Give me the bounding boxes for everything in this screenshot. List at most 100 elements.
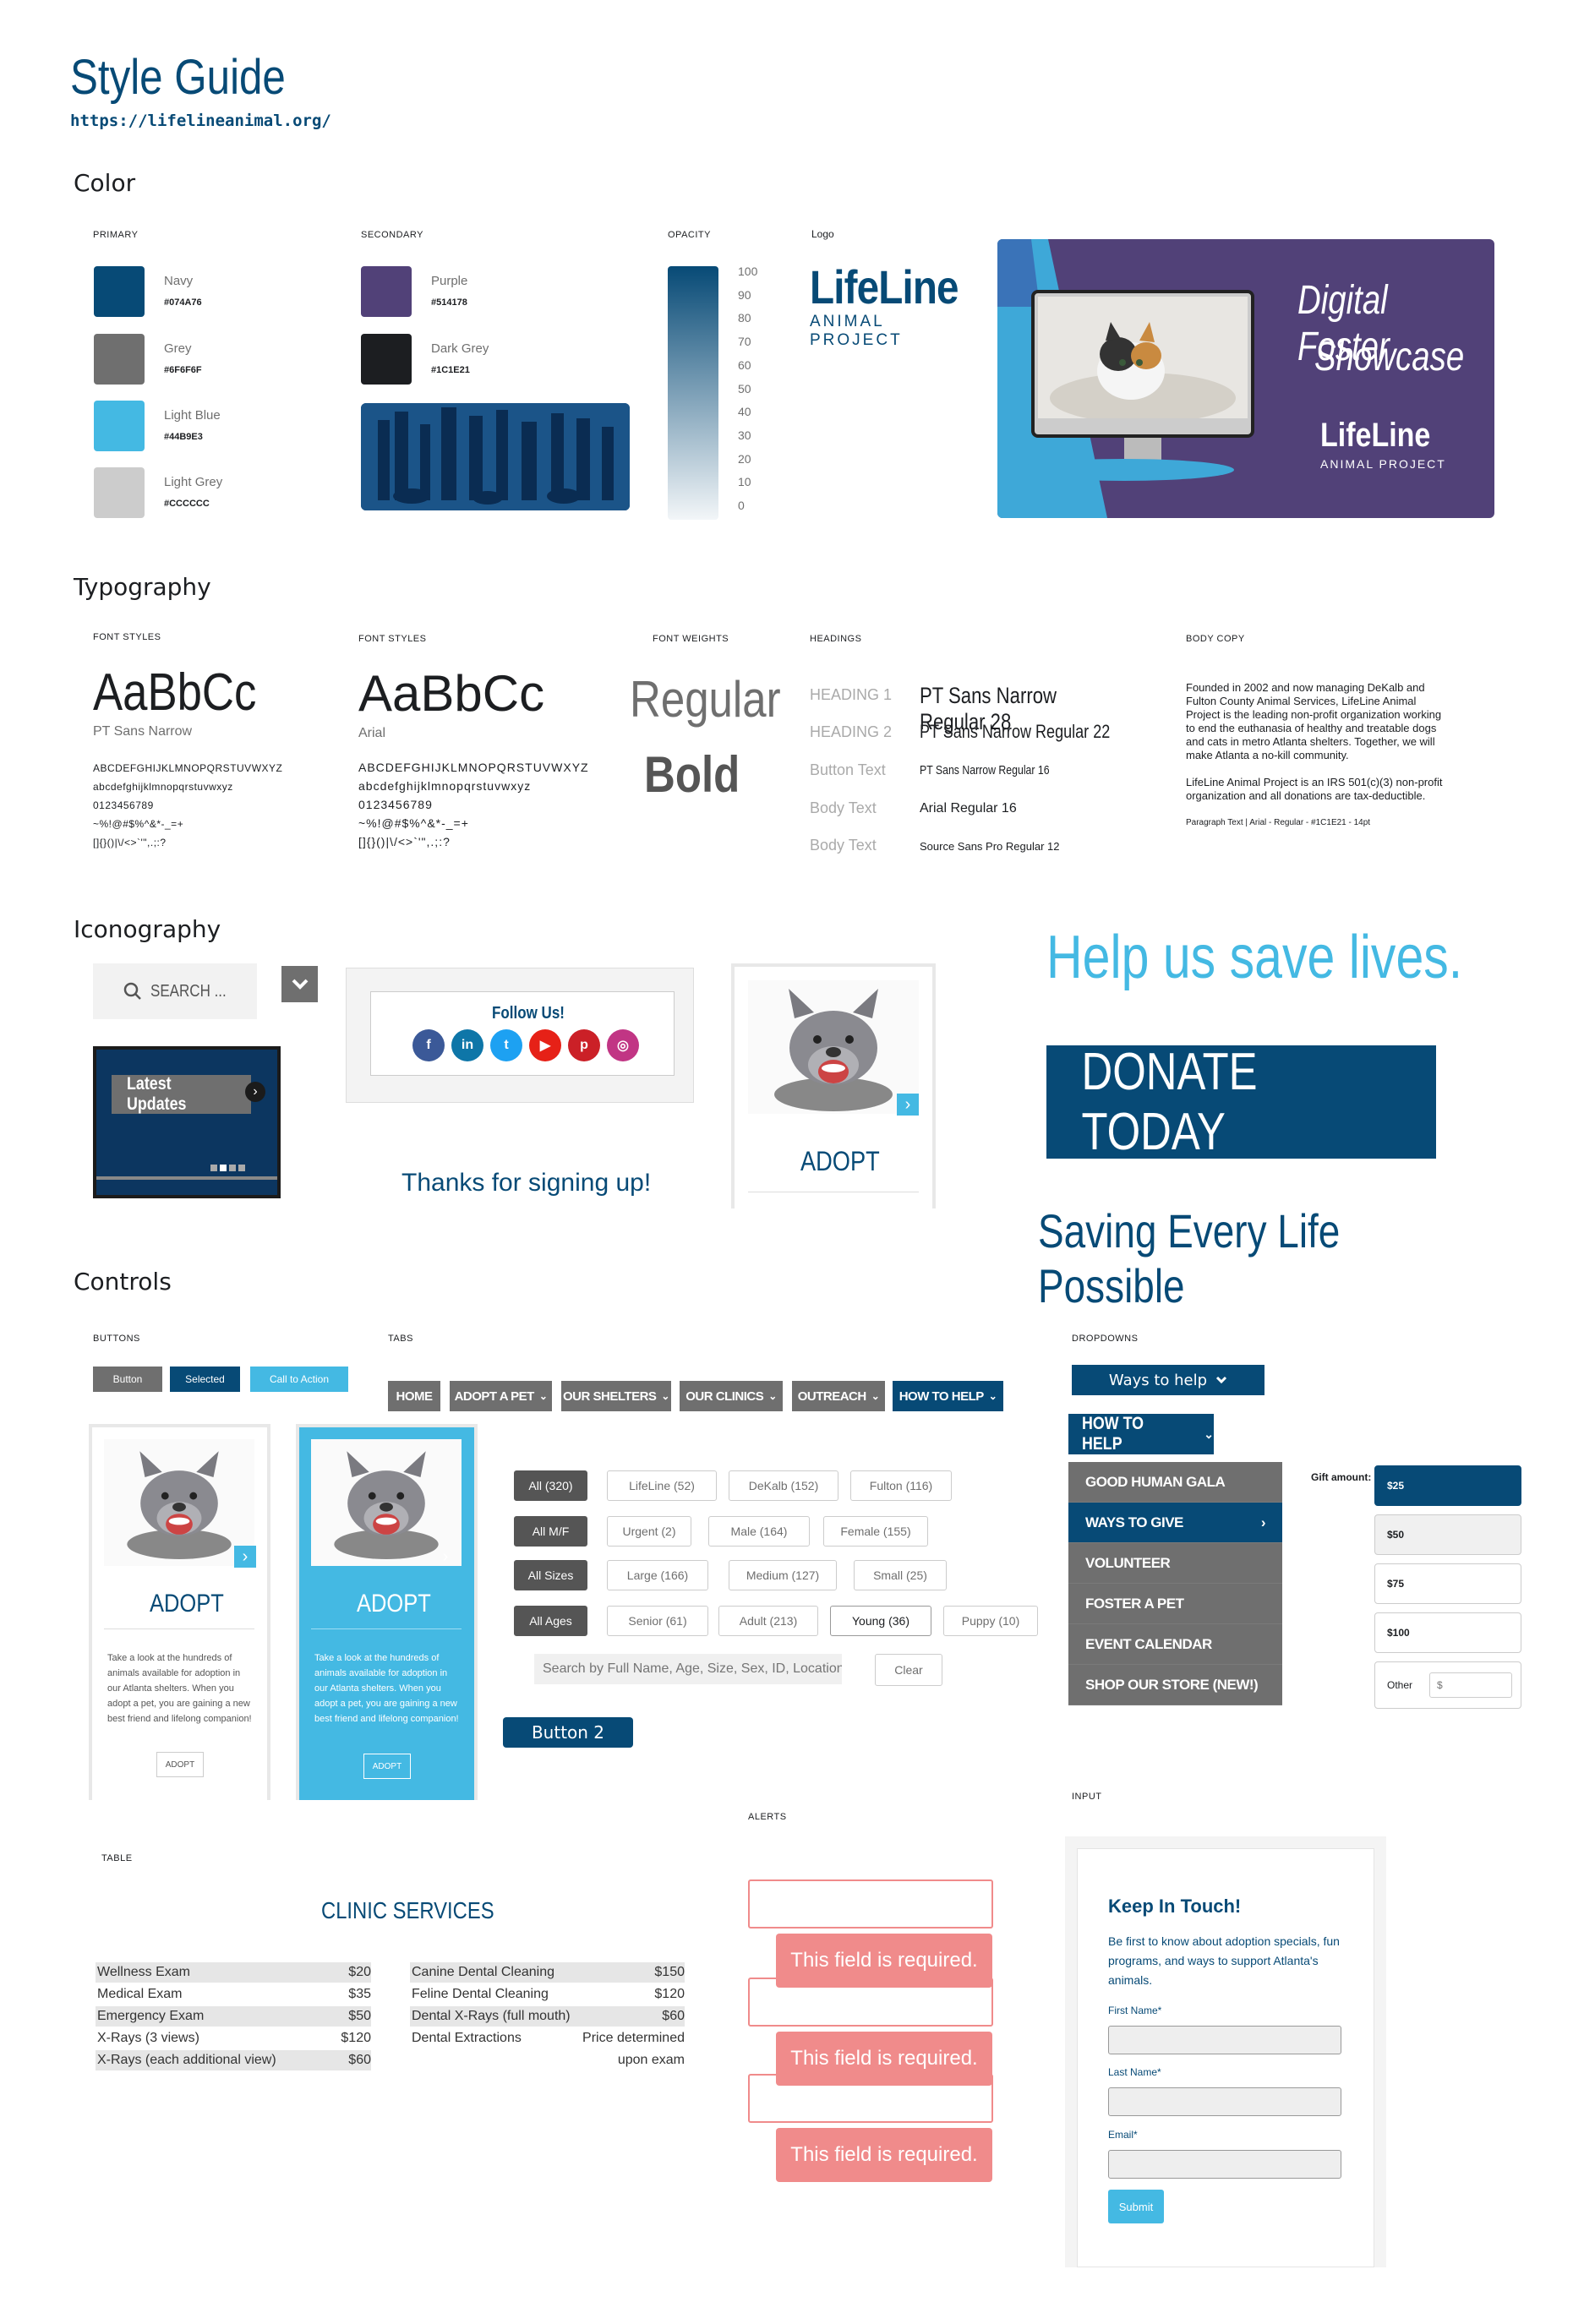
search-box[interactable]: SEARCH ... (93, 963, 257, 1019)
menu-item-good-human-gala[interactable]: GOOD HUMAN GALA (1068, 1462, 1282, 1503)
ways-to-help-dropdown[interactable]: Ways to help (1072, 1365, 1264, 1395)
alert-field[interactable] (748, 1879, 993, 1928)
call-to-action-button[interactable]: Call to Action (250, 1367, 348, 1392)
filter-chip[interactable]: Medium (127) (729, 1560, 837, 1590)
adopt-card[interactable]: › ADOPT Take a look at the hundreds of a… (89, 1424, 270, 1800)
chevron-down-icon: ⌄ (1204, 1427, 1214, 1441)
swatch-purple (361, 266, 412, 317)
page-url[interactable]: https://lifelineanimal.org/ (70, 112, 331, 130)
adopt-card-hover[interactable]: › ADOPT Take a look at the hundreds of a… (296, 1424, 478, 1800)
filter-chip[interactable]: Senior (61) (607, 1606, 708, 1636)
adopt-card-icon[interactable]: › ADOPT (731, 963, 936, 1208)
alert-field[interactable] (748, 1978, 993, 2027)
tab-how-to-help[interactable]: HOW TO HELP ⌄ (893, 1381, 1003, 1411)
glyph-line: ~%!@#$%^&*-_=+ (358, 816, 469, 830)
glyph-line: []{}()|\/<>`'",.;:? (358, 835, 451, 848)
first-name-field[interactable] (1108, 2026, 1341, 2054)
body-copy-label: BODY COPY (1186, 634, 1245, 644)
filter-chip[interactable]: Small (25) (854, 1560, 947, 1590)
showcase-title-2: Showcase (1314, 335, 1465, 379)
submit-button[interactable]: Submit (1108, 2190, 1164, 2223)
other-amount-input[interactable] (1429, 1672, 1513, 1698)
filter-chip[interactable]: LifeLine (52) (607, 1470, 717, 1501)
dropdown-toggle[interactable] (281, 966, 318, 1002)
alert-field[interactable] (748, 2074, 993, 2123)
service-price: upon exam (617, 2053, 685, 2067)
menu-item-event-calendar[interactable]: EVENT CALENDAR (1068, 1624, 1282, 1665)
opacity-tick: 0 (738, 499, 745, 512)
animal-search-input[interactable] (534, 1654, 842, 1684)
adopt-card-button[interactable]: ADOPT (156, 1752, 204, 1777)
menu-item-ways-to-give[interactable]: WAYS TO GIVE › (1068, 1503, 1282, 1543)
digital-foster-banner: Digital Foster Showcase LifeLine ANIMAL … (997, 239, 1494, 518)
gift-option-other[interactable]: Other (1374, 1661, 1521, 1709)
filter-chip-selected[interactable]: All Sizes (514, 1560, 587, 1590)
filter-chip-selected[interactable]: All Ages (514, 1606, 587, 1636)
filter-chip[interactable]: DeKalb (152) (729, 1470, 838, 1501)
chevron-down-icon: ⌄ (768, 1390, 777, 1402)
last-name-field[interactable] (1108, 2087, 1341, 2116)
gift-option-100[interactable]: $100 (1374, 1612, 1521, 1653)
latest-updates-button[interactable]: Latest Updates (112, 1074, 251, 1114)
selected-button[interactable]: Selected (170, 1367, 240, 1392)
filter-chip-selected[interactable]: All (320) (514, 1470, 587, 1501)
headings-label: HEADINGS (810, 634, 862, 644)
glyph-line: 0123456789 (358, 798, 433, 811)
alerts-label: ALERTS (748, 1812, 787, 1822)
button-2[interactable]: Button 2 (503, 1717, 633, 1748)
chevron-right-icon[interactable]: › (234, 1546, 256, 1568)
filter-chip[interactable]: Male (164) (708, 1516, 810, 1547)
gift-option-25[interactable]: $25 (1374, 1465, 1521, 1506)
filter-chip-selected[interactable]: All M/F (514, 1516, 587, 1547)
linkedin-icon[interactable]: in (451, 1029, 483, 1061)
chevron-right-icon[interactable]: › (245, 1082, 265, 1102)
filter-chip[interactable]: Female (155) (823, 1516, 928, 1547)
last-name-label: Last Name* (1108, 2066, 1161, 2078)
instagram-icon[interactable]: ◎ (607, 1029, 639, 1061)
tab-adopt-a-pet[interactable]: ADOPT A PET ⌄ (450, 1381, 552, 1411)
menu-item-foster-a-pet[interactable]: FOSTER A PET (1068, 1584, 1282, 1624)
clear-button[interactable]: Clear (875, 1654, 942, 1686)
tab-our-clinics[interactable]: OUR CLINICS ⌄ (680, 1381, 783, 1411)
filter-chip[interactable]: Puppy (10) (943, 1606, 1038, 1636)
chevron-down-icon (1216, 1376, 1227, 1384)
menu-item-shop-our-store[interactable]: SHOP OUR STORE (NEW!) (1068, 1665, 1282, 1705)
swatch-name: Dark Grey (431, 341, 489, 356)
default-button[interactable]: Button (93, 1367, 162, 1392)
opacity-tick: 80 (738, 311, 751, 325)
secondary-label: SECONDARY (361, 230, 423, 240)
slider-track (96, 1176, 277, 1180)
facebook-icon[interactable]: f (412, 1029, 445, 1061)
tab-home[interactable]: HOME (388, 1381, 440, 1411)
chevron-right-icon[interactable]: › (897, 1094, 919, 1116)
filter-chip[interactable]: Young (36) (830, 1606, 931, 1636)
email-field[interactable] (1108, 2150, 1341, 2179)
alert-message: This field is required. (776, 2128, 992, 2182)
chevron-down-icon: ⌄ (988, 1390, 997, 1402)
service-name: Emergency Exam (97, 2009, 205, 2023)
filter-chip[interactable]: Urgent (2) (607, 1516, 691, 1547)
service-price: $50 (348, 2009, 371, 2023)
tab-our-shelters[interactable]: OUR SHELTERS ⌄ (561, 1381, 671, 1411)
filter-chip[interactable]: Adult (213) (718, 1606, 818, 1636)
filter-chip[interactable]: Fulton (116) (850, 1470, 952, 1501)
gift-option-75[interactable]: $75 (1374, 1563, 1521, 1604)
youtube-icon[interactable]: ▶ (529, 1029, 561, 1061)
chevron-right-icon[interactable]: › (434, 1546, 456, 1568)
font-name-narrow: PT Sans Narrow (93, 724, 193, 739)
service-name: Wellness Exam (97, 1965, 190, 1979)
swatch-name: Grey (164, 341, 192, 356)
body-paragraph: Founded in 2002 and now managing DeKalb … (1186, 681, 1442, 761)
tab-outreach[interactable]: OUTREACH ⌄ (792, 1381, 885, 1411)
twitter-icon[interactable]: t (490, 1029, 522, 1061)
donate-today-button[interactable]: DONATE TODAY (1046, 1043, 1436, 1161)
slider-dots[interactable] (210, 1165, 245, 1171)
how-to-help-dropdown[interactable]: HOW TO HELP ⌄ (1068, 1414, 1214, 1454)
latest-updates-slider[interactable]: Latest Updates › (93, 1046, 281, 1198)
gift-option-50[interactable]: $50 (1374, 1514, 1521, 1555)
glyph-set-narrow: ABCDEFGHIJKLMNOPQRSTUVWXYZ abcdefghijklm… (93, 759, 282, 852)
filter-chip[interactable]: Large (166) (607, 1560, 708, 1590)
menu-item-volunteer[interactable]: VOLUNTEER (1068, 1543, 1282, 1584)
pinterest-icon[interactable]: p (568, 1029, 600, 1061)
adopt-card-button[interactable]: ADOPT (363, 1754, 411, 1779)
